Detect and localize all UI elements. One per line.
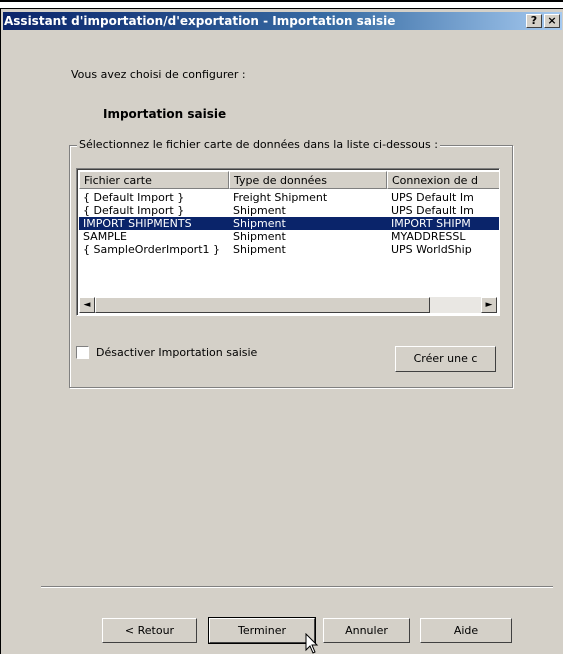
footer-separator bbox=[41, 586, 553, 588]
scroll-left-icon[interactable]: ◄ bbox=[79, 297, 95, 313]
connection-cell: UPS Default Im bbox=[391, 204, 474, 217]
data-type-cell: Shipment bbox=[233, 204, 286, 217]
column-header-data-type[interactable]: Type de données bbox=[229, 171, 387, 189]
connection-cell: UPS Default Im bbox=[391, 191, 474, 204]
window-title: Assistant d'importation/d'exportation - … bbox=[4, 14, 396, 28]
close-icon[interactable]: × bbox=[544, 14, 560, 28]
list-item[interactable]: SAMPLE Shipment MYADDRESSL bbox=[79, 230, 499, 243]
data-type-cell: Freight Shipment bbox=[233, 191, 328, 204]
cancel-button[interactable]: Annuler bbox=[323, 618, 410, 643]
column-header-map-file[interactable]: Fichier carte bbox=[79, 171, 229, 189]
horizontal-scrollbar[interactable]: ◄ ► bbox=[79, 297, 497, 313]
create-map-button[interactable]: Créer une c bbox=[395, 346, 496, 372]
title-bar[interactable]: Assistant d'importation/d'exportation - … bbox=[3, 12, 562, 30]
list-item[interactable]: { Default Import } Shipment UPS Default Im bbox=[79, 204, 499, 217]
scroll-right-icon[interactable]: ► bbox=[481, 297, 497, 313]
map-file-cell: { SampleOrderImport1 } bbox=[83, 243, 221, 256]
mouse-cursor-icon bbox=[305, 633, 319, 654]
list-item[interactable]: { SampleOrderImport1 } Shipment UPS WorldS… bbox=[79, 243, 499, 256]
connection-cell: MYADDRESSL bbox=[391, 230, 466, 243]
finish-button[interactable]: Terminer bbox=[208, 617, 316, 644]
disable-import-label: Désactiver Importation saisie bbox=[96, 346, 258, 359]
data-type-cell: Shipment bbox=[233, 217, 286, 230]
data-type-cell: Shipment bbox=[233, 243, 286, 256]
connection-cell: IMPORT SHIPM bbox=[391, 217, 471, 230]
map-file-cell: { Default Import } bbox=[83, 191, 185, 204]
back-button[interactable]: < Retour bbox=[102, 618, 197, 643]
help-icon[interactable]: ? bbox=[526, 14, 542, 28]
disable-import-checkbox[interactable] bbox=[76, 346, 89, 359]
map-file-cell: { Default Import } bbox=[83, 204, 185, 217]
map-file-cell: IMPORT SHIPMENTS bbox=[83, 217, 192, 230]
column-header-connection[interactable]: Connexion de d bbox=[387, 171, 499, 189]
selected-config-title: Importation saisie bbox=[103, 107, 227, 121]
data-type-cell: Shipment bbox=[233, 230, 286, 243]
map-file-list[interactable]: Fichier carte Type de données Connexion … bbox=[76, 168, 500, 316]
groupbox-label: Sélectionnez le fichier carte de données… bbox=[77, 138, 440, 151]
connection-cell: UPS WorldShip bbox=[391, 243, 472, 256]
help-button[interactable]: Aide bbox=[420, 618, 512, 643]
window-top-border bbox=[0, 0, 563, 2]
map-file-cell: SAMPLE bbox=[83, 230, 127, 243]
intro-text: Vous avez choisi de configurer : bbox=[71, 68, 246, 81]
list-header: Fichier carte Type de données Connexion … bbox=[79, 171, 499, 189]
list-item[interactable]: IMPORT SHIPMENTS Shipment IMPORT SHIPM bbox=[79, 217, 499, 230]
list-item[interactable]: { Default Import } Freight Shipment UPS De… bbox=[79, 191, 499, 204]
scroll-thumb[interactable] bbox=[95, 297, 430, 313]
